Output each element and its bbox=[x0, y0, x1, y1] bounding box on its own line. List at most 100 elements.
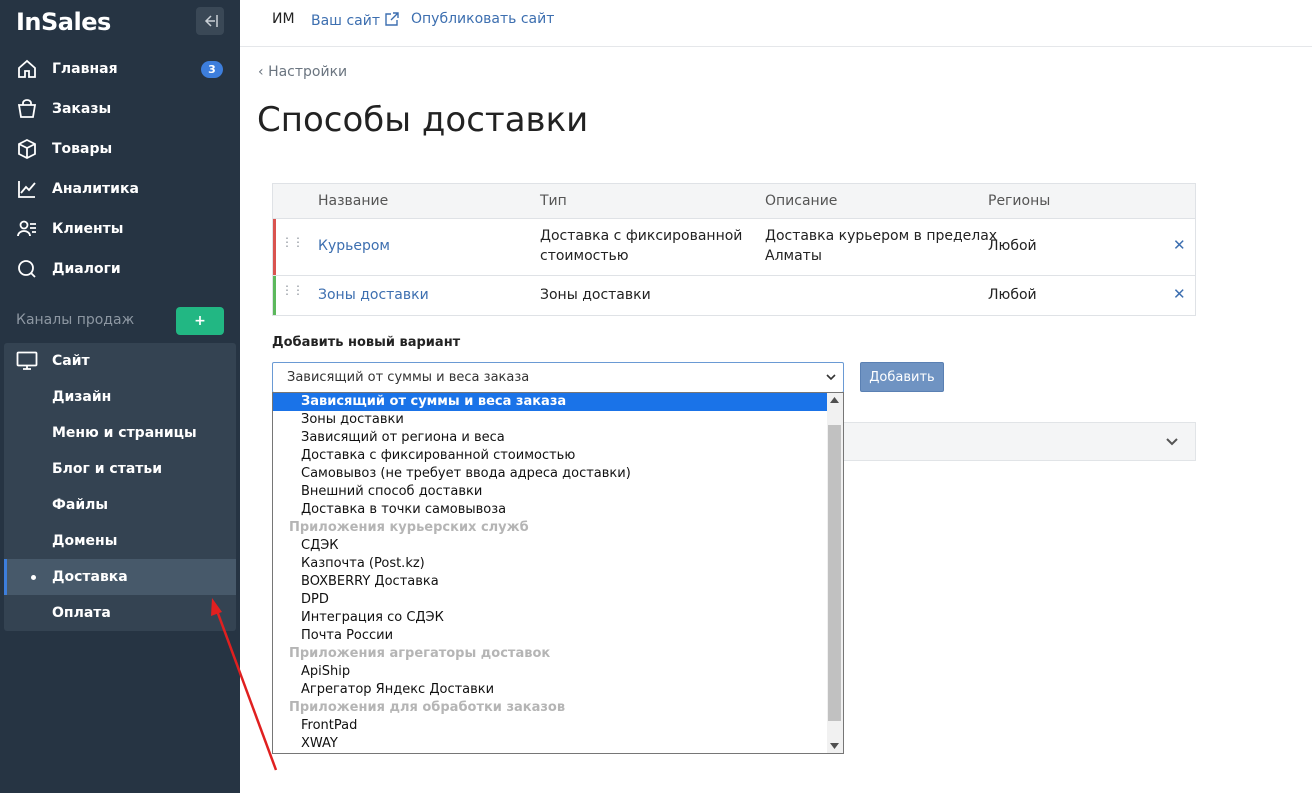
column-header-description: Описание bbox=[765, 193, 838, 209]
breadcrumb-label: Настройки bbox=[268, 64, 348, 80]
sidebar: InSales Главная 3 Заказы Товары Аналитик… bbox=[0, 0, 240, 793]
scroll-down-icon[interactable] bbox=[830, 743, 839, 749]
delivery-methods-table: Название Тип Описание Регионы ⋮⋮ Курьеро… bbox=[272, 183, 1196, 316]
chevron-down-icon bbox=[1166, 438, 1178, 446]
dropdown-option[interactable]: BOXBERRY Доставка bbox=[273, 573, 827, 591]
nav-label: Главная bbox=[52, 61, 118, 77]
scroll-up-icon[interactable] bbox=[830, 397, 839, 403]
drag-handle-icon[interactable]: ⋮⋮ bbox=[281, 236, 304, 248]
delete-icon[interactable]: ✕ bbox=[1173, 236, 1186, 254]
sidebar-item-blog[interactable]: Блог и статьи bbox=[4, 451, 236, 487]
nav-label: Товары bbox=[52, 141, 113, 157]
delivery-type-line: стоимостью bbox=[540, 248, 629, 264]
nav-item-orders[interactable]: Заказы bbox=[16, 89, 226, 129]
delivery-regions: Любой bbox=[988, 287, 1037, 303]
delivery-name-link[interactable]: Курьером bbox=[318, 236, 390, 256]
sidebar-item-files[interactable]: Файлы bbox=[4, 487, 236, 523]
delivery-description: Доставка курьером в пределах Алматы bbox=[765, 226, 997, 266]
collapsed-panel[interactable] bbox=[843, 422, 1196, 461]
dropdown-option[interactable]: СДЭК bbox=[273, 537, 827, 555]
option-group-label: Приложения для обработки заказов bbox=[289, 700, 566, 715]
nav-label: Клиенты bbox=[52, 221, 124, 237]
delivery-description-line: Алматы bbox=[765, 248, 822, 264]
box-icon bbox=[16, 138, 38, 160]
publish-site-link[interactable]: Опубликовать сайт bbox=[411, 11, 554, 27]
nav-label: Диалоги bbox=[52, 261, 121, 277]
delivery-regions: Любой bbox=[988, 238, 1037, 254]
users-icon bbox=[16, 218, 38, 240]
dropdown-option[interactable]: Зависящий от суммы и веса заказа bbox=[273, 393, 827, 411]
column-header-type: Тип bbox=[540, 193, 567, 209]
nav-label: Заказы bbox=[52, 101, 112, 117]
external-link-icon bbox=[385, 12, 400, 26]
scrollbar[interactable] bbox=[827, 393, 843, 753]
add-channel-button[interactable]: + bbox=[176, 307, 224, 335]
sidebar-item-domains[interactable]: Домены bbox=[4, 523, 236, 559]
dropdown-option[interactable]: Самовывоз (не требует ввода адреса доста… bbox=[273, 465, 827, 483]
select-value: Зависящий от суммы и веса заказа bbox=[287, 370, 530, 385]
site-channel-header[interactable]: Сайт bbox=[16, 343, 90, 379]
dropdown-option[interactable]: Доставка с фиксированной стоимостью bbox=[273, 447, 827, 465]
delivery-name-link[interactable]: Зоны доставки bbox=[318, 285, 429, 305]
dropdown-option[interactable]: Зависящий от региона и веса bbox=[273, 429, 827, 447]
dropdown-option[interactable]: Казпочта (Post.kz) bbox=[273, 555, 827, 573]
nav-item-dialogs[interactable]: Диалоги bbox=[16, 249, 226, 289]
delivery-type: Доставка с фиксированной стоимостью bbox=[540, 226, 742, 266]
dropdown-option[interactable]: Агрегатор Яндекс Доставки bbox=[273, 681, 827, 699]
site-label: Сайт bbox=[52, 353, 90, 369]
your-site-link[interactable]: Ваш сайт bbox=[311, 11, 400, 29]
sidebar-item-label: Доставка bbox=[52, 569, 128, 585]
delivery-type-line: Доставка с фиксированной bbox=[540, 228, 743, 244]
sidebar-item-delivery[interactable]: Доставка bbox=[4, 559, 236, 595]
dropdown-option[interactable]: Интеграция со СДЭК bbox=[273, 609, 827, 627]
dropdown-option[interactable]: XWAY bbox=[273, 735, 827, 753]
insales-logo[interactable]: InSales bbox=[16, 8, 111, 36]
nav-label: Аналитика bbox=[52, 181, 139, 197]
scrollbar-thumb[interactable] bbox=[828, 425, 841, 721]
column-header-name: Название bbox=[318, 193, 389, 209]
table-row: ⋮⋮ Курьером Доставка с фиксированной стои… bbox=[273, 219, 1195, 276]
dropdown-option[interactable]: DPD bbox=[273, 591, 827, 609]
top-bar: ИМ Ваш сайт Опубликовать сайт bbox=[240, 0, 1312, 47]
delete-icon[interactable]: ✕ bbox=[1173, 285, 1186, 303]
table-header: Название Тип Описание Регионы bbox=[273, 184, 1195, 219]
delivery-description-line: Доставка курьером в пределах bbox=[765, 228, 998, 244]
sidebar-item-design[interactable]: Дизайн bbox=[4, 379, 236, 415]
delivery-type-dropdown-list[interactable]: XWAY FrontPad Приложения для обработки зак… bbox=[272, 392, 844, 754]
delivery-type: Зоны доставки bbox=[540, 287, 651, 303]
chart-icon bbox=[16, 178, 38, 200]
sales-channels-label: Каналы продаж bbox=[16, 312, 135, 328]
dropdown-option[interactable]: ApiShip bbox=[273, 663, 827, 681]
chat-icon bbox=[16, 258, 38, 280]
sidebar-item-menu-pages[interactable]: Меню и страницы bbox=[4, 415, 236, 451]
option-group-label: Приложения агрегаторы доставок bbox=[289, 646, 551, 661]
table-row: ⋮⋮ Зоны доставки Зоны доставки Любой ✕ bbox=[273, 276, 1195, 315]
breadcrumb[interactable]: ‹ Настройки bbox=[258, 64, 347, 80]
add-button[interactable]: Добавить bbox=[860, 362, 944, 392]
your-site-link-label: Ваш сайт bbox=[311, 13, 380, 29]
home-icon bbox=[16, 58, 38, 80]
drag-handle-icon[interactable]: ⋮⋮ bbox=[281, 284, 304, 296]
dropdown-option[interactable]: Почта России bbox=[273, 627, 827, 645]
chevron-left-icon: ‹ bbox=[258, 64, 269, 80]
dropdown-option[interactable]: FrontPad bbox=[273, 717, 827, 735]
dropdown-option[interactable]: Доставка в точки самовывоза bbox=[273, 501, 827, 519]
nav-item-home[interactable]: Главная 3 bbox=[16, 49, 226, 89]
dropdown-option[interactable]: Зоны доставки bbox=[273, 411, 827, 429]
delivery-type-select[interactable]: Зависящий от суммы и веса заказа bbox=[272, 362, 844, 393]
chevron-down-icon bbox=[826, 374, 836, 381]
active-dot bbox=[31, 574, 36, 580]
collapse-sidebar-button[interactable] bbox=[196, 7, 224, 35]
shop-name: ИМ bbox=[272, 11, 295, 27]
nav-item-analytics[interactable]: Аналитика bbox=[16, 169, 226, 209]
option-group-label: Приложения курьерских служб bbox=[289, 520, 529, 535]
sidebar-item-payment[interactable]: Оплата bbox=[4, 595, 236, 631]
notification-badge: 3 bbox=[201, 60, 223, 78]
add-new-variant-label: Добавить новый вариант bbox=[272, 335, 461, 350]
dropdown-option[interactable]: Внешний способ доставки bbox=[273, 483, 827, 501]
monitor-icon bbox=[16, 350, 38, 372]
page-title: Способы доставки bbox=[257, 100, 589, 140]
nav-item-products[interactable]: Товары bbox=[16, 129, 226, 169]
bag-icon bbox=[16, 98, 38, 120]
nav-item-clients[interactable]: Клиенты bbox=[16, 209, 226, 249]
